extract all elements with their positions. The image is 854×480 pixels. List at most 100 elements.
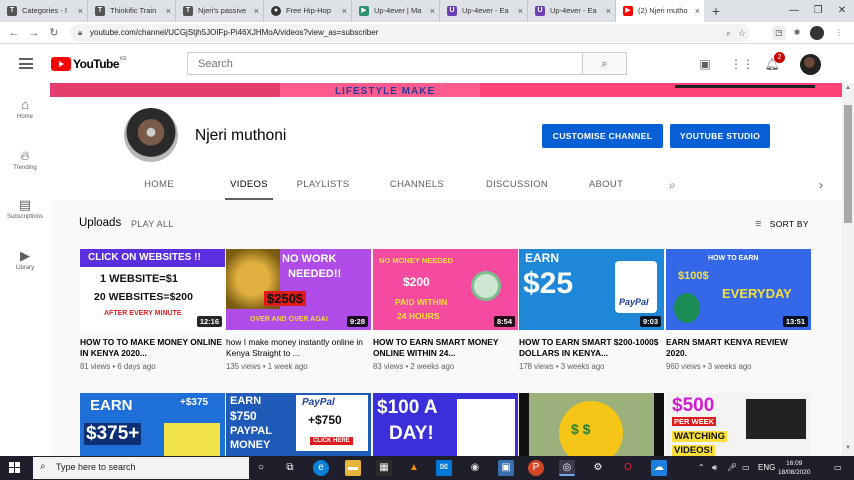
powerpoint-icon[interactable]: P bbox=[528, 460, 544, 476]
guide-item-home[interactable]: ⌂ Home bbox=[0, 97, 50, 122]
lock-icon[interactable]: 🔒︎ bbox=[78, 24, 82, 42]
microphone-icon[interactable]: 🎤︎ bbox=[727, 456, 737, 480]
youtube-studio-button[interactable]: YOUTUBE STUDIO bbox=[670, 124, 770, 148]
tab-videos[interactable]: VIDEOS bbox=[225, 172, 273, 200]
browser-tab[interactable]: T Categories - I × bbox=[0, 0, 88, 22]
search-box[interactable] bbox=[187, 52, 583, 75]
edge-icon[interactable]: e bbox=[313, 460, 329, 476]
close-tab-icon[interactable]: × bbox=[695, 0, 700, 22]
video-thumbnail[interactable]: EARN +$375 $375+ bbox=[80, 393, 225, 456]
obs-icon[interactable]: ◉ bbox=[467, 460, 483, 476]
back-icon[interactable]: ← bbox=[5, 24, 23, 42]
profile-icon[interactable] bbox=[810, 26, 824, 40]
sort-by-button[interactable]: ≡ SORT BY bbox=[755, 218, 809, 230]
video-item[interactable]: $100 A DAY! bbox=[373, 393, 518, 456]
minimize-icon[interactable]: — bbox=[782, 0, 806, 22]
video-thumbnail[interactable]: $500 PER WEEK WATCHING VIDEOS! bbox=[666, 393, 811, 456]
close-tab-icon[interactable]: × bbox=[606, 0, 611, 22]
close-tab-icon[interactable]: × bbox=[166, 0, 171, 22]
cortana-icon[interactable]: ○ bbox=[253, 460, 269, 476]
account-avatar[interactable] bbox=[800, 54, 821, 75]
url-text[interactable]: youtube.com/channel/UCGjStjh5JOIFp-Pi46X… bbox=[90, 24, 378, 42]
scrollbar-thumb[interactable] bbox=[844, 105, 852, 223]
browser-tab[interactable]: ● Free Hip-Hop × bbox=[264, 0, 352, 22]
guide-item-trending[interactable]: 🔥︎ Trending bbox=[0, 148, 50, 173]
forward-icon[interactable]: → bbox=[25, 24, 43, 42]
zoom-icon[interactable]: ⌕ bbox=[726, 24, 731, 42]
tab-discussion[interactable]: DISCUSSION bbox=[483, 172, 551, 200]
extension-icon[interactable]: ◳ bbox=[772, 26, 786, 40]
close-tab-icon[interactable]: × bbox=[518, 0, 523, 22]
video-thumbnail[interactable]: NO MONEY NEEDED $200 PAID WITHIN 24 HOUR… bbox=[373, 249, 518, 330]
chevron-right-icon[interactable]: › bbox=[819, 178, 823, 192]
settings-gear-icon[interactable]: ⚙ bbox=[590, 460, 606, 476]
close-tab-icon[interactable]: × bbox=[342, 0, 347, 22]
maximize-icon[interactable]: ❐ bbox=[806, 0, 830, 22]
browser-tab-active[interactable]: ▶ (2) Njeri mutho × bbox=[616, 0, 704, 22]
taskbar-search[interactable]: ⌕ Type here to search bbox=[33, 457, 249, 479]
browser-tab[interactable]: U Up-4ever - Ea × bbox=[440, 0, 528, 22]
video-item[interactable]: NO WORK NEEDED!! $250$ OVER AND OVER AGA… bbox=[226, 249, 371, 371]
browser-tab[interactable]: T Thinkific Train × bbox=[88, 0, 176, 22]
video-title[interactable]: HOW TO EARN SMART MONEY ONLINE WITHIN 24… bbox=[373, 337, 518, 359]
browser-menu-icon[interactable]: ⋮ bbox=[832, 26, 846, 40]
video-item[interactable]: EARN $25 PayPal 9:03 HOW TO EARN SMART $… bbox=[519, 249, 664, 371]
opera-icon[interactable]: O bbox=[620, 460, 636, 476]
address-bar[interactable]: 🔒︎ youtube.com/channel/UCGjStjh5JOIFp-Pi… bbox=[70, 24, 750, 42]
extensions-puzzle-icon[interactable]: ✱ bbox=[790, 26, 804, 40]
tab-channels[interactable]: CHANNELS bbox=[387, 172, 447, 200]
close-window-icon[interactable]: ✕ bbox=[830, 0, 854, 22]
video-item[interactable]: EARN $750 PAYPAL MONEY PayPal +$750 CLIC… bbox=[226, 393, 371, 456]
channel-avatar[interactable] bbox=[124, 108, 178, 162]
tab-about[interactable]: ABOUT bbox=[586, 172, 626, 200]
tab-home[interactable]: HOME bbox=[138, 172, 180, 200]
close-tab-icon[interactable]: × bbox=[78, 0, 83, 22]
video-thumbnail[interactable]: EARN $25 PayPal 9:03 bbox=[519, 249, 664, 330]
scroll-up-icon[interactable]: ▲ bbox=[845, 85, 851, 91]
system-clock[interactable]: 16:09 18/08/2020 bbox=[778, 459, 811, 477]
search-button[interactable]: ⌕ bbox=[583, 52, 627, 75]
new-tab-button[interactable]: + bbox=[704, 0, 728, 22]
channel-search-icon[interactable]: ⌕ bbox=[669, 178, 676, 193]
browser-tab[interactable]: ▶ Up-4ever | Ma × bbox=[352, 0, 440, 22]
battery-icon[interactable]: ▭ bbox=[742, 456, 750, 480]
browser-tab[interactable]: T Njeri's passive × bbox=[176, 0, 264, 22]
video-thumbnail[interactable]: NO WORK NEEDED!! $250$ OVER AND OVER AGA… bbox=[226, 249, 371, 330]
weather-icon[interactable]: ☁ bbox=[651, 460, 667, 476]
video-item[interactable]: HOW TO EARN $100$ EVERYDAY 13:51 EARN SM… bbox=[666, 249, 811, 371]
video-thumbnail[interactable]: $100 A DAY! bbox=[373, 393, 518, 456]
guide-item-library[interactable]: ▶ Library bbox=[0, 248, 50, 273]
video-title[interactable]: how I make money instantly online in Ken… bbox=[226, 337, 371, 359]
file-explorer-icon[interactable]: ▬ bbox=[345, 460, 361, 476]
youtube-logo[interactable]: YouTube KE bbox=[51, 56, 127, 72]
language-indicator[interactable]: ENG bbox=[758, 456, 775, 480]
video-title[interactable]: EARN SMART KENYA REVIEW 2020. bbox=[666, 337, 811, 359]
close-tab-icon[interactable]: × bbox=[254, 0, 259, 22]
apps-grid-icon[interactable]: ⋮⋮ bbox=[730, 56, 754, 72]
video-title[interactable]: HOW TO EARN SMART $200-1000$ DOLLARS IN … bbox=[519, 337, 664, 359]
bookmark-star-icon[interactable]: ☆ bbox=[738, 24, 746, 42]
video-title[interactable]: HOW TO TO MAKE MONEY ONLINE IN KENYA 202… bbox=[80, 337, 225, 359]
volume-icon[interactable]: 🔊︎ bbox=[712, 456, 717, 480]
video-thumbnail[interactable]: HOW TO EARN $100$ EVERYDAY 13:51 bbox=[666, 249, 811, 330]
action-center-icon[interactable]: ▭ bbox=[834, 456, 842, 480]
windows-start-icon[interactable] bbox=[9, 462, 21, 474]
vlc-icon[interactable]: ▲ bbox=[406, 460, 422, 476]
guide-item-subscriptions[interactable]: ▤ Subscriptions bbox=[0, 197, 50, 222]
chrome-icon[interactable]: ◎ bbox=[559, 460, 575, 476]
photos-icon[interactable]: ▣ bbox=[498, 460, 514, 476]
video-item[interactable]: $ $ bbox=[519, 393, 664, 456]
create-video-icon[interactable]: ▣ bbox=[697, 56, 713, 72]
reload-icon[interactable]: ↻ bbox=[45, 24, 63, 42]
menu-icon[interactable] bbox=[19, 58, 33, 69]
video-item[interactable]: $500 PER WEEK WATCHING VIDEOS! bbox=[666, 393, 811, 456]
store-icon[interactable]: ▦ bbox=[376, 460, 392, 476]
search-input[interactable] bbox=[188, 53, 582, 74]
video-item[interactable]: NO MONEY NEEDED $200 PAID WITHIN 24 HOUR… bbox=[373, 249, 518, 371]
video-item[interactable]: EARN +$375 $375+ bbox=[80, 393, 225, 456]
tab-playlists[interactable]: PLAYLISTS bbox=[294, 172, 352, 200]
close-tab-icon[interactable]: × bbox=[430, 0, 435, 22]
scroll-down-icon[interactable]: ▼ bbox=[845, 445, 851, 451]
page-scrollbar[interactable]: ▲ ▼ bbox=[842, 83, 854, 456]
video-thumbnail[interactable]: EARN $750 PAYPAL MONEY PayPal +$750 CLIC… bbox=[226, 393, 371, 456]
